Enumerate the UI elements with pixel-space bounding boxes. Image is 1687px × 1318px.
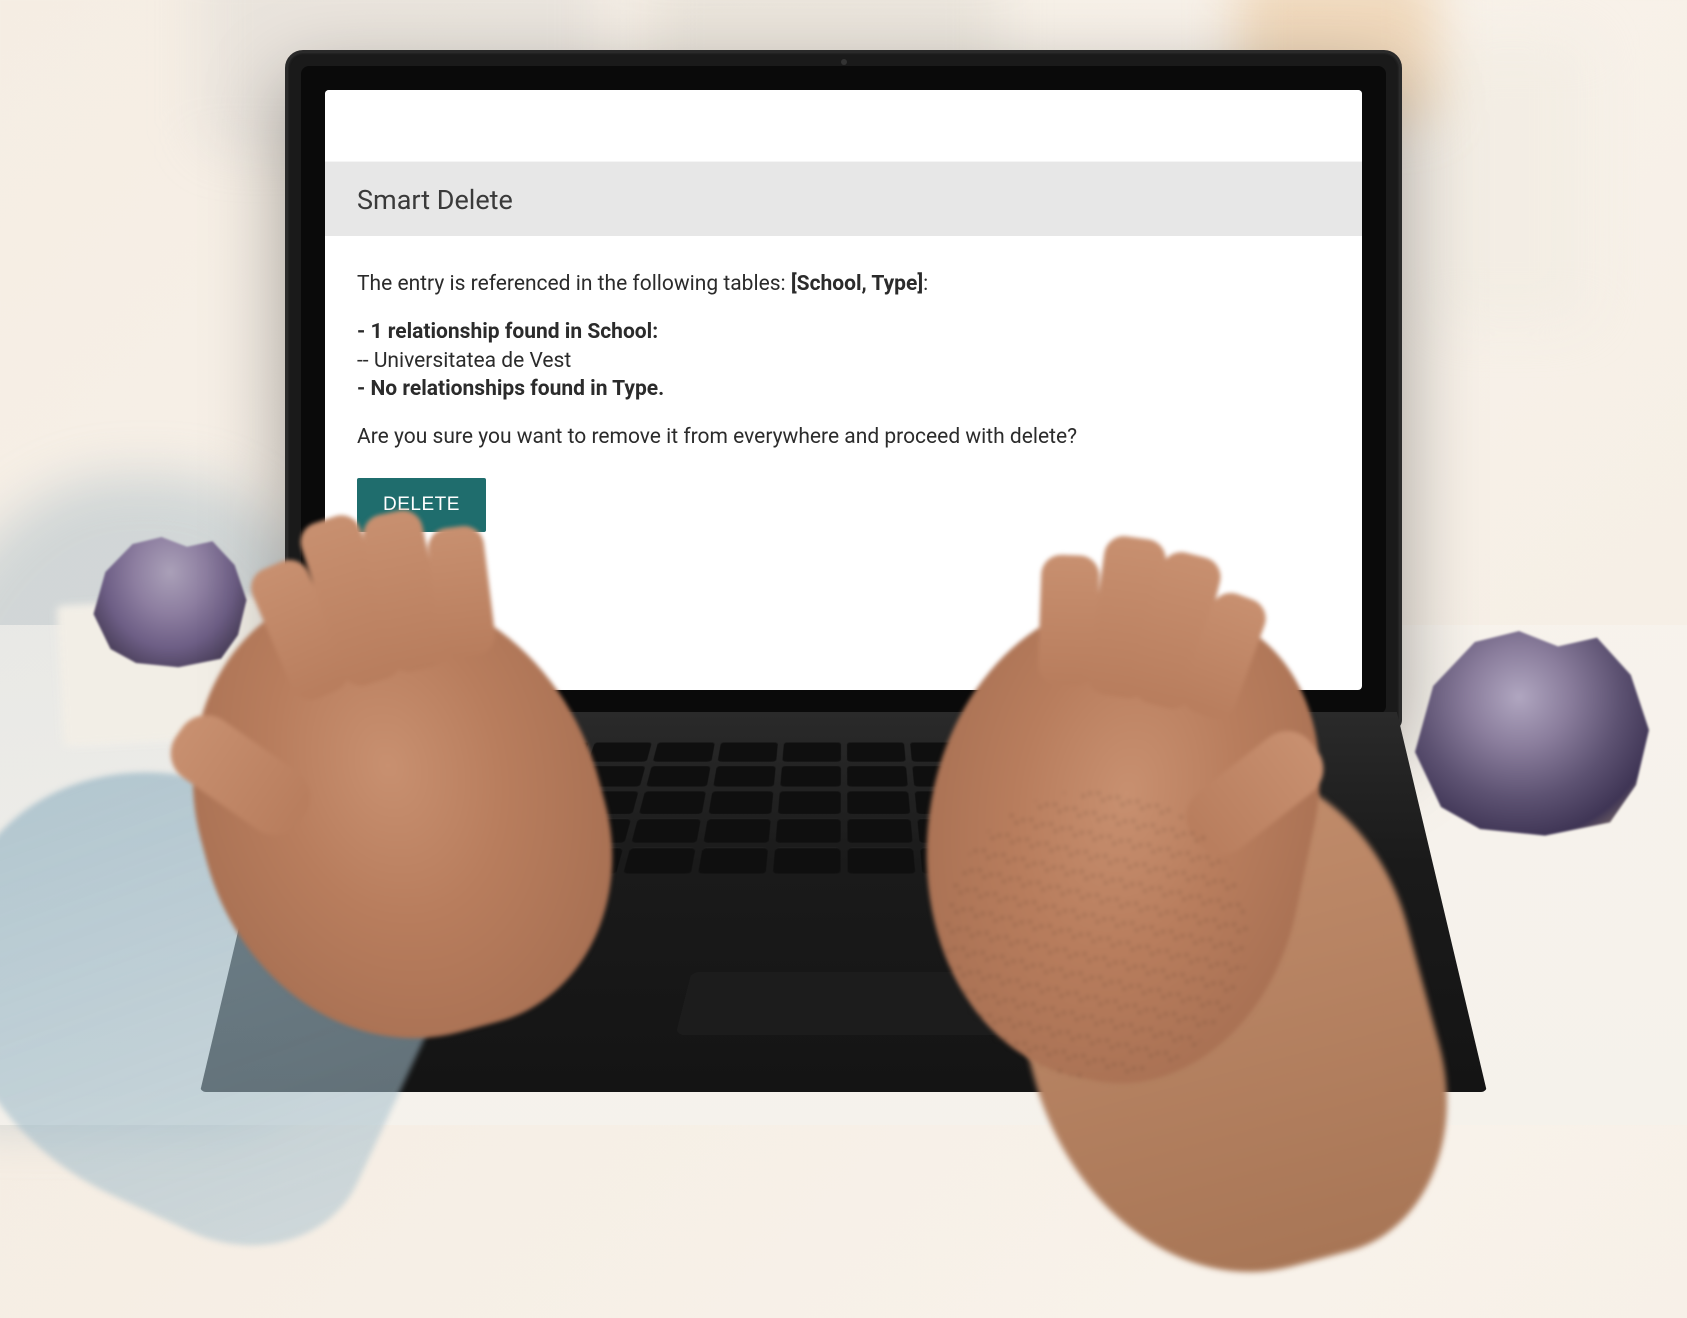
relationship-type-heading: - No relationships found in Type. — [357, 375, 1330, 403]
relationships-block: - 1 relationship found in School: -- Uni… — [357, 318, 1330, 403]
referenced-prefix: The entry is referenced in the following… — [357, 272, 791, 296]
confirm-text: Are you sure you want to remove it from … — [357, 423, 1330, 451]
person-hand-right — [927, 600, 1307, 1080]
panel-header: Smart Delete — [325, 162, 1362, 236]
relationship-school-item: -- Universitatea de Vest — [357, 347, 1330, 375]
referenced-tables-line: The entry is referenced in the following… — [357, 270, 1330, 298]
referenced-tables: [School, Type] — [791, 272, 923, 296]
colon: : — [923, 272, 928, 296]
app-topbar — [325, 90, 1362, 162]
person-hand-left — [200, 580, 600, 1040]
relationship-school-heading: - 1 relationship found in School: — [357, 318, 1330, 346]
crystal-geode-right — [1402, 620, 1662, 840]
webcam-icon — [841, 59, 847, 65]
panel-title: Smart Delete — [357, 184, 1330, 216]
